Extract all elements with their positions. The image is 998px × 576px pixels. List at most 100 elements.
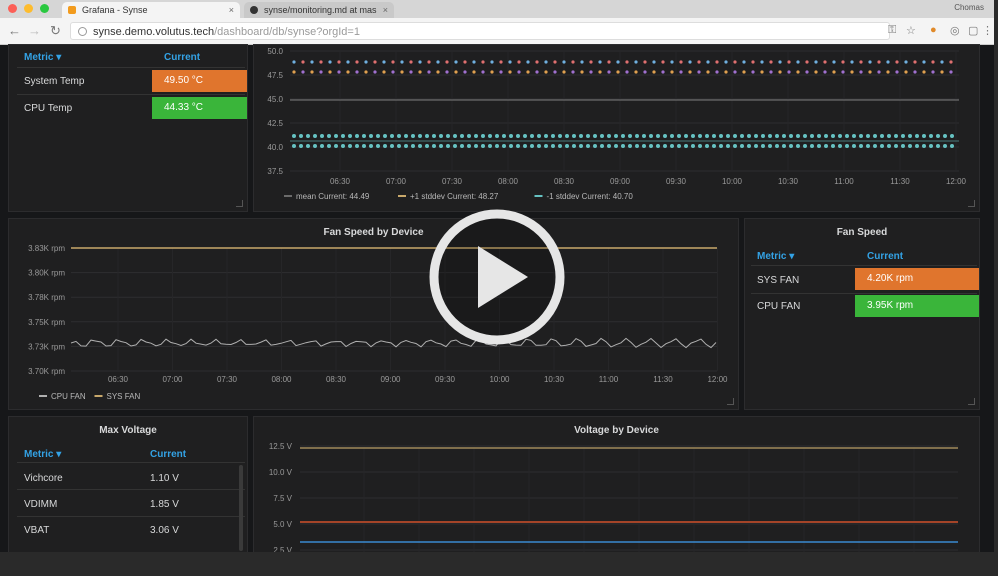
- reload-icon[interactable]: ↻: [50, 23, 61, 39]
- profile-name[interactable]: Chomas: [954, 3, 984, 12]
- row-label: CPU FAN: [757, 301, 801, 312]
- current-column-header[interactable]: Current: [150, 449, 186, 460]
- data-point: [688, 70, 692, 74]
- y-tick-label: 3.73K rpm: [28, 342, 65, 351]
- close-tab-icon[interactable]: ×: [229, 2, 234, 18]
- data-point: [390, 144, 394, 148]
- data-point: [904, 70, 908, 74]
- current-column-header[interactable]: Current: [867, 251, 903, 262]
- data-point: [565, 144, 569, 148]
- panel-title[interactable]: Max Voltage: [9, 425, 247, 436]
- data-point: [495, 134, 499, 138]
- minimize-window-icon[interactable]: [24, 4, 33, 13]
- data-point: [859, 70, 863, 74]
- data-point: [376, 134, 380, 138]
- data-point: [509, 134, 513, 138]
- data-point: [635, 134, 639, 138]
- resize-handle[interactable]: [968, 200, 975, 207]
- data-point: [432, 134, 436, 138]
- resize-handle[interactable]: [968, 398, 975, 405]
- data-point: [778, 60, 782, 64]
- data-point: [841, 70, 845, 74]
- metric-column-header[interactable]: Metric ▾: [757, 251, 794, 262]
- divider: [17, 462, 245, 463]
- close-window-icon[interactable]: [8, 4, 17, 13]
- metric-column-header[interactable]: Metric ▾: [24, 52, 61, 63]
- forward-icon[interactable]: →: [28, 23, 41, 39]
- metric-column-header[interactable]: Metric ▾: [24, 449, 61, 460]
- back-icon[interactable]: ←: [8, 23, 21, 39]
- fan-speed-graph: 3.83K rpm 3.80K rpm 3.78K rpm 3.75K rpm 3.73…: [28, 244, 728, 401]
- data-point: [425, 144, 429, 148]
- extension-icon[interactable]: ●: [930, 24, 937, 36]
- extension-icon[interactable]: ◎: [950, 24, 960, 37]
- data-point: [319, 60, 323, 64]
- x-tick-label: 09:00: [610, 177, 631, 186]
- data-point: [706, 60, 710, 64]
- scrollbar[interactable]: [239, 465, 243, 551]
- data-point: [754, 134, 758, 138]
- tab-github[interactable]: synse/monitoring.md at mas ×: [244, 2, 394, 18]
- cpu-fan-value: 3.95K rpm: [855, 295, 979, 317]
- data-point: [499, 70, 503, 74]
- data-point: [697, 70, 701, 74]
- y-tick-label: 37.5: [267, 167, 283, 176]
- data-point: [719, 134, 723, 138]
- data-point: [691, 144, 695, 148]
- address-bar[interactable]: synse.demo.volutus.tech/dashboard/db/syn…: [70, 22, 890, 40]
- data-point: [382, 60, 386, 64]
- x-tick-label: 06:30: [108, 375, 129, 384]
- data-point: [936, 144, 940, 148]
- data-point: [913, 70, 917, 74]
- data-point: [544, 60, 548, 64]
- data-point: [390, 134, 394, 138]
- data-point: [472, 60, 476, 64]
- data-point: [616, 70, 620, 74]
- data-point: [301, 70, 305, 74]
- x-tick-label: 10:00: [489, 375, 510, 384]
- data-point: [341, 144, 345, 148]
- y-tick-label: 3.75K rpm: [28, 318, 65, 327]
- data-point: [306, 144, 310, 148]
- resize-handle[interactable]: [727, 398, 734, 405]
- y-tick-label: 3.83K rpm: [28, 244, 65, 253]
- x-tick-label: 07:30: [217, 375, 238, 384]
- data-point: [760, 70, 764, 74]
- data-point: [376, 144, 380, 148]
- data-point: [715, 70, 719, 74]
- star-icon[interactable]: ☆: [906, 24, 916, 37]
- data-point: [688, 60, 692, 64]
- data-point: [418, 134, 422, 138]
- data-point: [643, 60, 647, 64]
- info-icon[interactable]: [78, 27, 87, 36]
- x-tick-label: 12:00: [707, 375, 728, 384]
- data-point: [400, 60, 404, 64]
- current-column-header[interactable]: Current: [164, 52, 200, 63]
- menu-icon[interactable]: ⋮: [982, 24, 993, 37]
- x-tick-label: 09:00: [380, 375, 401, 384]
- maximize-window-icon[interactable]: [40, 4, 49, 13]
- y-tick-label: 3.80K rpm: [28, 269, 65, 278]
- extension-icon[interactable]: ▢: [968, 24, 978, 37]
- data-point: [616, 60, 620, 64]
- data-point: [299, 144, 303, 148]
- data-point: [643, 70, 647, 74]
- data-point: [880, 144, 884, 148]
- data-point: [649, 144, 653, 148]
- data-point: [306, 134, 310, 138]
- panel-title[interactable]: Fan Speed by Device: [9, 227, 738, 238]
- resize-handle[interactable]: [236, 200, 243, 207]
- data-point: [481, 60, 485, 64]
- tab-grafana[interactable]: Grafana - Synse ×: [62, 2, 240, 18]
- panel-title[interactable]: Fan Speed: [745, 227, 979, 238]
- panel-title[interactable]: Voltage by Device: [254, 425, 979, 436]
- x-tick-label: 08:30: [326, 375, 347, 384]
- row-label: System Temp: [24, 76, 85, 87]
- data-point: [810, 144, 814, 148]
- data-point: [517, 60, 521, 64]
- key-icon[interactable]: ⚿: [888, 24, 896, 37]
- close-tab-icon[interactable]: ×: [383, 2, 388, 18]
- play-icon[interactable]: [426, 206, 568, 348]
- data-point: [775, 144, 779, 148]
- data-point: [901, 134, 905, 138]
